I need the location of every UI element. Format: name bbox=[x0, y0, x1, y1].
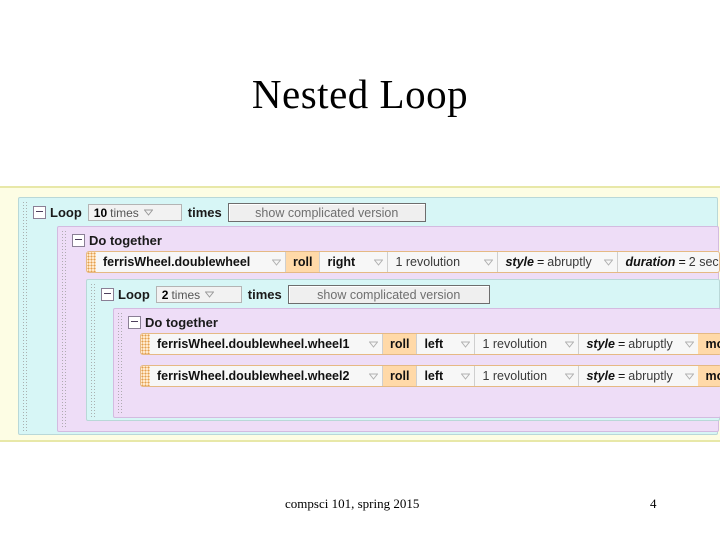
minus-box-icon[interactable] bbox=[128, 316, 141, 329]
chevron-down-icon[interactable] bbox=[143, 208, 153, 217]
drag-grip-icon[interactable] bbox=[141, 334, 150, 354]
statement-style-dropdown[interactable]: style = abruptly bbox=[497, 252, 618, 272]
statement-style-name: style bbox=[586, 337, 615, 351]
minus-box-icon[interactable] bbox=[33, 206, 46, 219]
statement-amount-label: 1 revolution bbox=[482, 337, 548, 351]
statement-style-name: style bbox=[586, 369, 615, 383]
statement-target-label: ferrisWheel.doublewheel bbox=[103, 255, 251, 269]
chevron-down-icon[interactable] bbox=[461, 372, 471, 381]
inner-show-complicated-version-button[interactable]: show complicated version bbox=[287, 285, 490, 304]
statement-direction-dropdown[interactable]: left bbox=[416, 366, 475, 386]
editor-canvas: Loop 10 times times show complicated ver… bbox=[8, 191, 720, 437]
statement-verb-label: roll bbox=[383, 366, 417, 386]
statement-style-value: abruptly bbox=[628, 369, 673, 383]
drag-grip-icon[interactable] bbox=[141, 366, 150, 386]
statement-more-label[interactable]: more.. bbox=[698, 334, 720, 354]
statement-style-dropdown[interactable]: style = abruptly bbox=[578, 334, 699, 354]
outer-loop-count-dropdown[interactable]: 10 times bbox=[87, 204, 182, 221]
footer-course-label: compsci 101, spring 2015 bbox=[285, 496, 420, 511]
minus-box-icon[interactable] bbox=[101, 288, 114, 301]
statement-target-dropdown[interactable]: ferrisWheel.doublewheel bbox=[96, 252, 286, 272]
chevron-down-icon[interactable] bbox=[565, 372, 575, 381]
statement-verb-label: roll bbox=[286, 252, 320, 272]
outer-loop-times-label: times bbox=[187, 205, 222, 220]
inner-do-together-keyword: Do together bbox=[145, 315, 218, 330]
minus-box-icon[interactable] bbox=[72, 234, 85, 247]
chevron-down-icon[interactable] bbox=[461, 340, 471, 349]
chevron-down-icon[interactable] bbox=[565, 340, 575, 349]
statement-direction-label: right bbox=[327, 255, 356, 269]
statement-style-dropdown[interactable]: style = abruptly bbox=[578, 366, 699, 386]
inner-loop-times-label: times bbox=[247, 287, 282, 302]
statement-direction-dropdown[interactable]: right bbox=[319, 252, 388, 272]
drag-grip-icon[interactable] bbox=[61, 230, 68, 428]
statement-direction-dropdown[interactable]: left bbox=[416, 334, 475, 354]
alice-code-editor-screenshot: Loop 10 times times show complicated ver… bbox=[0, 186, 720, 442]
outer-loop-keyword: Loop bbox=[50, 205, 82, 220]
outer-loop-container[interactable]: Loop 10 times times show complicated ver… bbox=[18, 197, 720, 435]
outer-loop-count-value: 10 bbox=[93, 205, 108, 220]
inner-loop-count-unit: times bbox=[171, 287, 201, 302]
statement-row[interactable]: ferrisWheel.doublewheel roll right 1 rev bbox=[86, 251, 720, 273]
statement-target-label: ferrisWheel.doublewheel.wheel2 bbox=[157, 369, 350, 383]
inner-loop-keyword: Loop bbox=[118, 287, 150, 302]
statement-style-value: abruptly bbox=[547, 255, 592, 269]
outer-do-together-keyword: Do together bbox=[89, 233, 162, 248]
chevron-down-icon[interactable] bbox=[685, 340, 695, 349]
statement-amount-label: 1 revolution bbox=[395, 255, 461, 269]
statement-target-dropdown[interactable]: ferrisWheel.doublewheel.wheel1 bbox=[150, 334, 383, 354]
outer-loop-count-unit: times bbox=[110, 205, 139, 220]
statement-target-label: ferrisWheel.doublewheel.wheel1 bbox=[157, 337, 350, 351]
statement-duration-value: 2 seconds bbox=[688, 255, 719, 269]
outer-do-together-container[interactable]: Do together ferrisWheel.doublewheel roll… bbox=[57, 226, 720, 432]
inner-loop-container[interactable]: Loop 2 times times show complicated vers… bbox=[86, 279, 720, 421]
footer-page-number: 4 bbox=[650, 496, 657, 511]
inner-do-together-container[interactable]: Do together ferrisWheel.doublewheel.whee… bbox=[113, 308, 720, 418]
chevron-down-icon[interactable] bbox=[685, 372, 695, 381]
statement-amount-dropdown[interactable]: 1 revolution bbox=[474, 366, 579, 386]
outer-loop-header: Loop 10 times times show complicated ver… bbox=[33, 203, 426, 222]
statement-duration-dropdown[interactable]: duration = 2 seconds bbox=[617, 252, 719, 272]
drag-grip-icon[interactable] bbox=[117, 312, 124, 414]
statement-duration-name: duration bbox=[625, 255, 676, 269]
statement-direction-label: left bbox=[424, 369, 444, 383]
chevron-down-icon[interactable] bbox=[272, 258, 281, 267]
inner-loop-header: Loop 2 times times show complicated vers… bbox=[101, 285, 490, 304]
chevron-down-icon[interactable] bbox=[369, 372, 378, 381]
chevron-down-icon[interactable] bbox=[369, 340, 378, 349]
chevron-down-icon[interactable] bbox=[484, 258, 494, 267]
statement-more-label[interactable]: more.. bbox=[698, 366, 720, 386]
statement-row[interactable]: ferrisWheel.doublewheel.wheel1 roll left bbox=[140, 333, 720, 355]
statement-row[interactable]: ferrisWheel.doublewheel.wheel2 roll left bbox=[140, 365, 720, 387]
statement-style-name: style bbox=[505, 255, 534, 269]
drag-grip-icon[interactable] bbox=[90, 283, 97, 417]
inner-loop-count-value: 2 bbox=[161, 287, 169, 302]
drag-grip-icon[interactable] bbox=[22, 201, 29, 431]
statement-amount-dropdown[interactable]: 1 revolution bbox=[387, 252, 498, 272]
statement-style-value: abruptly bbox=[628, 337, 673, 351]
statement-direction-label: left bbox=[424, 337, 444, 351]
inner-do-together-header: Do together bbox=[128, 313, 224, 332]
outer-show-complicated-version-button[interactable]: show complicated version bbox=[227, 203, 426, 222]
statement-amount-dropdown[interactable]: 1 revolution bbox=[474, 334, 579, 354]
inner-loop-count-dropdown[interactable]: 2 times bbox=[155, 286, 242, 303]
chevron-down-icon[interactable] bbox=[205, 290, 215, 299]
statement-amount-label: 1 revolution bbox=[482, 369, 548, 383]
page-title: Nested Loop bbox=[251, 71, 469, 117]
drag-grip-icon[interactable] bbox=[87, 252, 96, 272]
chevron-down-icon[interactable] bbox=[374, 258, 384, 267]
statement-verb-label: roll bbox=[383, 334, 417, 354]
chevron-down-icon[interactable] bbox=[604, 258, 614, 267]
outer-do-together-header: Do together bbox=[72, 231, 168, 250]
statement-target-dropdown[interactable]: ferrisWheel.doublewheel.wheel2 bbox=[150, 366, 383, 386]
